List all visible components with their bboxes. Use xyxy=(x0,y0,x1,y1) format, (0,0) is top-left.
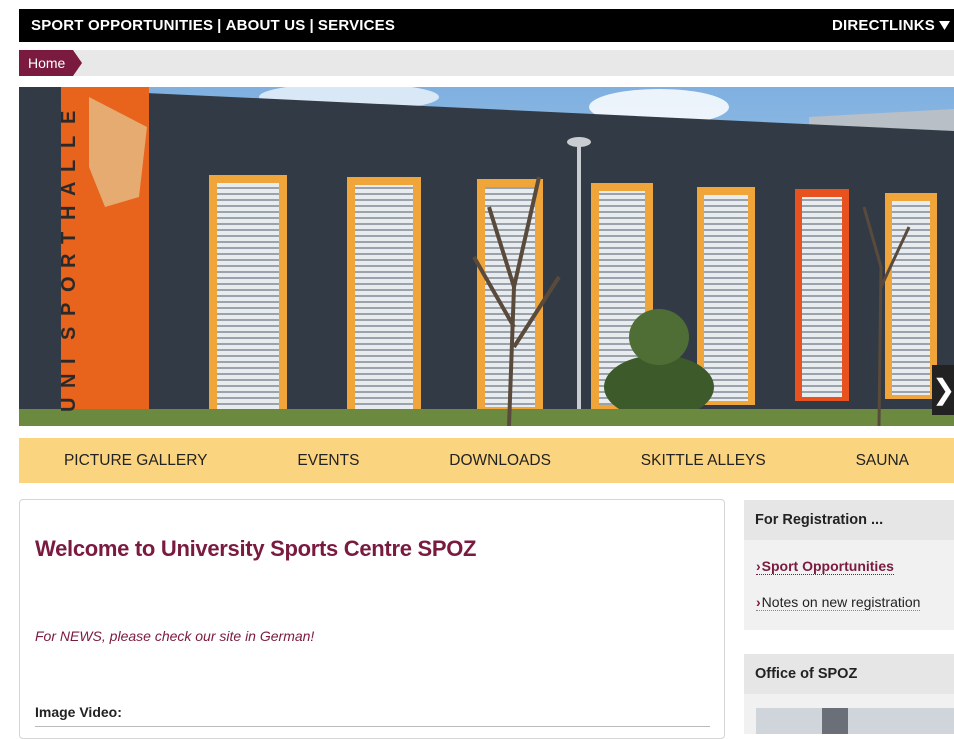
main-content-panel: Welcome to University Sports Centre SPOZ… xyxy=(19,499,725,739)
nav-about-us[interactable]: ABOUT US xyxy=(226,17,306,34)
link-notes-registration[interactable]: ›Notes on new registration xyxy=(756,594,921,611)
nav-separator: | xyxy=(309,17,314,34)
image-video-heading: Image Video: xyxy=(35,704,122,720)
breadcrumb: Home xyxy=(19,50,954,76)
sign-letter: T xyxy=(58,232,80,244)
sign-letter: I xyxy=(58,358,80,364)
nav-sauna[interactable]: SAUNA xyxy=(856,452,909,470)
top-links: SPORT OPPORTUNITIES | ABOUT US | SERVICE… xyxy=(31,17,395,34)
secondary-navigation: PICTURE GALLERY EVENTS DOWNLOADS SKITTLE… xyxy=(19,438,954,483)
link-label: Sport Opportunities xyxy=(761,558,894,574)
chevron-right-icon[interactable]: ❯ xyxy=(932,365,954,415)
caret-down-icon xyxy=(939,21,950,30)
hero-slideshow: UNISPORTHALLE ❯ xyxy=(19,87,954,426)
sign-letter: P xyxy=(58,303,80,316)
link-sport-opportunities[interactable]: ›Sport Opportunities xyxy=(756,558,894,575)
breadcrumb-home[interactable]: Home xyxy=(19,50,83,76)
sign-letter: R xyxy=(58,253,80,268)
sign-letter: H xyxy=(58,206,80,220)
nav-services[interactable]: SERVICES xyxy=(318,17,395,34)
sign-letter: L xyxy=(58,160,80,172)
sign-letter: O xyxy=(58,276,80,292)
nav-sport-opportunities[interactable]: SPORT OPPORTUNITIES xyxy=(31,17,213,34)
top-navigation-bar: SPORT OPPORTUNITIES | ABOUT US | SERVICE… xyxy=(19,9,954,42)
sign-letter: A xyxy=(58,182,80,196)
sign-letter: S xyxy=(58,327,80,340)
link-label: Notes on new registration xyxy=(761,594,921,610)
nav-picture-gallery[interactable]: PICTURE GALLERY xyxy=(64,452,208,470)
sign-letter: E xyxy=(58,111,80,124)
office-image xyxy=(756,708,954,734)
sign-letter: N xyxy=(58,374,80,388)
page-title: Welcome to University Sports Centre SPOZ xyxy=(35,536,477,561)
sign-letter: U xyxy=(58,398,80,412)
directlinks-label: DIRECTLINKS xyxy=(831,17,935,34)
registration-box: For Registration ... ›Sport Opportunitie… xyxy=(744,500,954,630)
registration-title: For Registration ... xyxy=(744,500,954,540)
directlinks-menu[interactable]: DIRECTLINKS xyxy=(832,17,950,34)
nav-skittle-alleys[interactable]: SKITTLE ALLEYS xyxy=(641,452,766,470)
divider xyxy=(35,726,710,727)
news-notice: For NEWS, please check our site in Germa… xyxy=(35,628,315,644)
office-title: Office of SPOZ xyxy=(744,654,954,694)
hero-image: UNISPORTHALLE xyxy=(19,87,954,426)
sign-letter: L xyxy=(58,136,80,148)
nav-downloads[interactable]: DOWNLOADS xyxy=(449,452,551,470)
office-box: Office of SPOZ xyxy=(744,654,954,734)
nav-events[interactable]: EVENTS xyxy=(297,452,359,470)
nav-separator: | xyxy=(217,17,222,34)
